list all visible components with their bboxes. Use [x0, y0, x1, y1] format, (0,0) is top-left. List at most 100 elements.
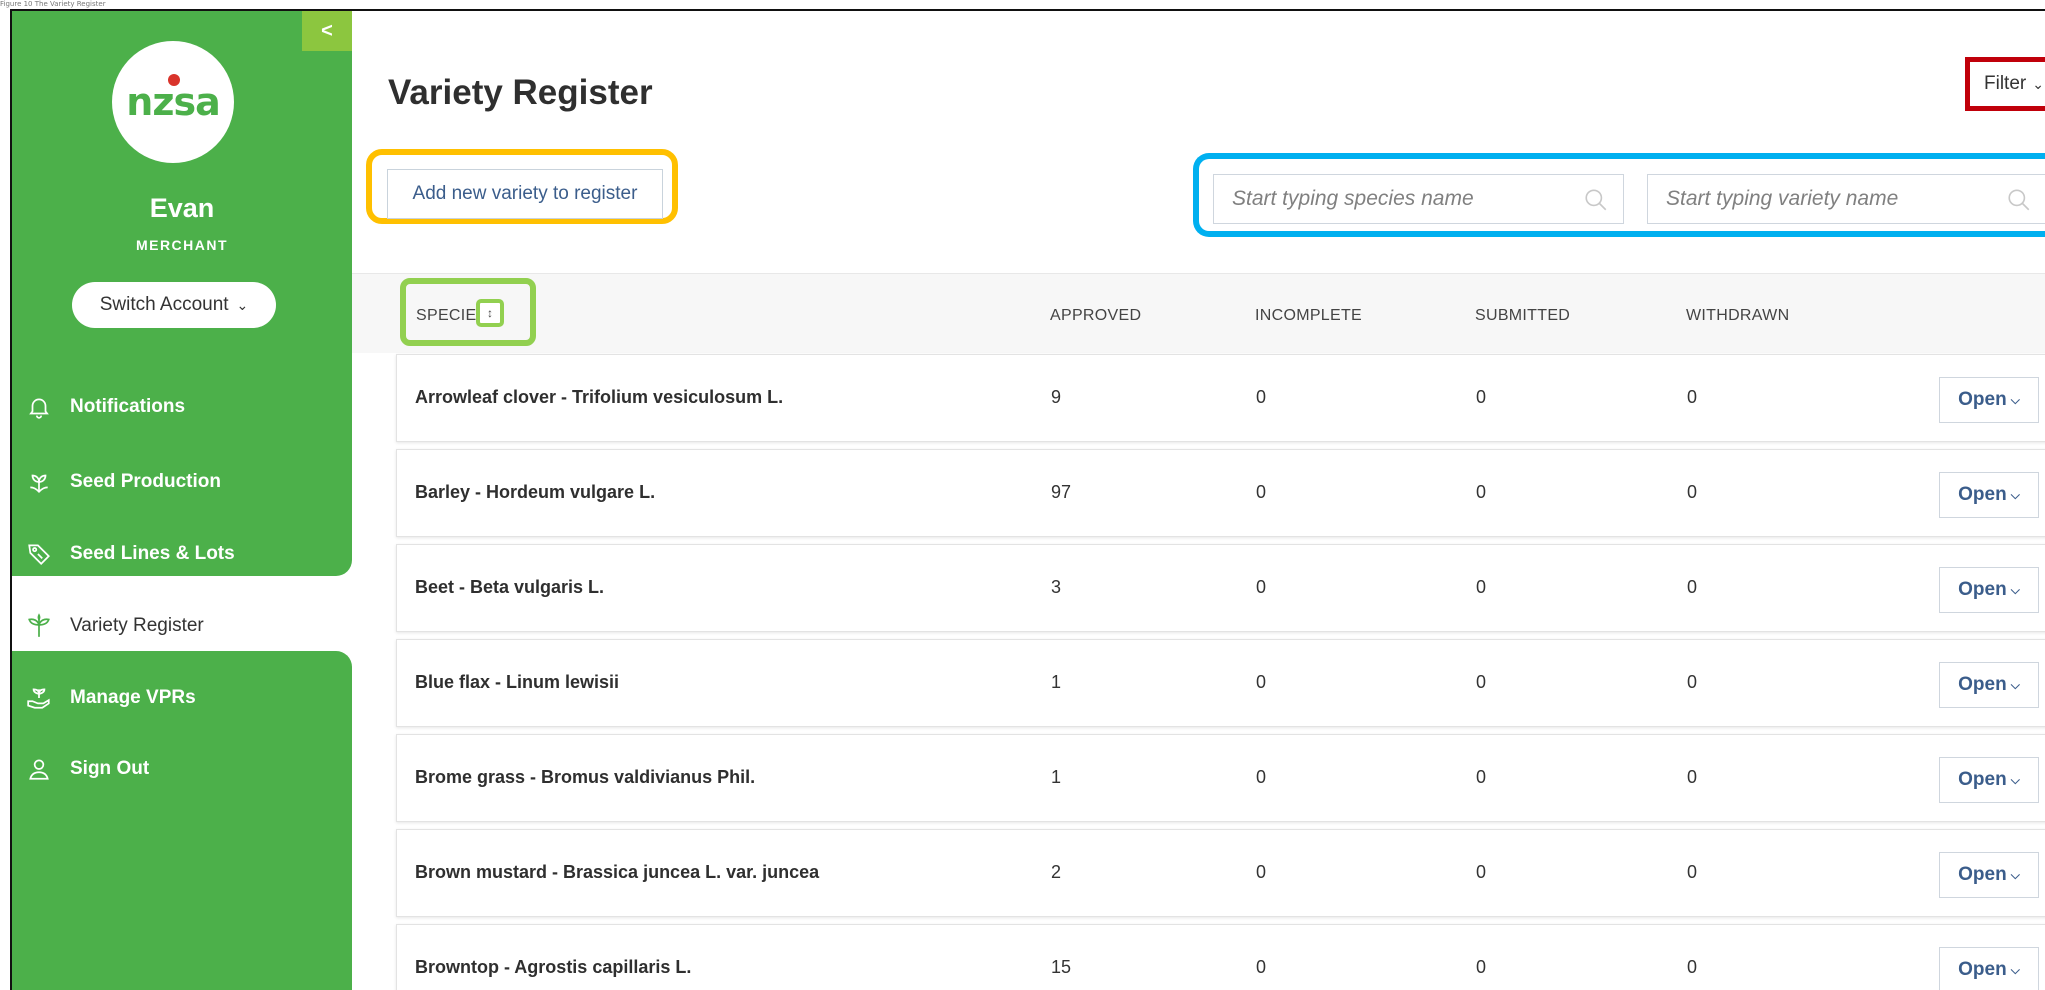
open-button[interactable]: Open ⌵ — [1939, 377, 2039, 423]
incomplete-cell: 0 — [1256, 957, 1267, 977]
incomplete-cell: 0 — [1256, 862, 1267, 882]
species-cell: Browntop - Agrostis capillaris L. — [415, 957, 692, 977]
chevron-down-icon: ⌵ — [2010, 392, 2020, 407]
chevron-down-icon: ⌄ — [236, 296, 249, 313]
chevron-down-icon: ⌵ — [2010, 772, 2020, 787]
species-cell: Brown mustard - Brassica juncea L. var. … — [415, 862, 820, 882]
species-cell: Barley - Hordeum vulgare L. — [415, 482, 656, 502]
species-cell: Arrowleaf clover - Trifolium vesiculosum… — [415, 387, 784, 407]
species-cell: Brome grass - Bromus valdivianus Phil. — [415, 767, 756, 787]
open-button[interactable]: Open ⌵ — [1939, 947, 2039, 990]
table-row: Browntop - Agrostis capillaris L. 15 0 0… — [396, 924, 2045, 990]
search-icon — [2008, 189, 2030, 211]
approved-cell: 2 — [1051, 862, 1062, 882]
open-label: Open — [1958, 389, 2007, 410]
column-header-incomplete: INCOMPLETE — [1255, 307, 1363, 324]
approved-cell: 15 — [1051, 957, 1072, 977]
sidebar-item-notifications[interactable]: Notifications — [12, 379, 352, 435]
open-label: Open — [1958, 864, 2007, 885]
chevron-down-icon: ⌄ — [2032, 75, 2044, 92]
sort-icon[interactable]: ↕ — [476, 299, 504, 327]
user-icon — [29, 759, 49, 780]
open-label: Open — [1958, 769, 2007, 790]
chevron-down-icon: ⌵ — [2010, 487, 2020, 502]
sidebar-item-label: Manage VPRs — [70, 687, 196, 708]
submitted-cell: 0 — [1476, 957, 1487, 977]
sidebar-item-label: Variety Register — [70, 615, 204, 636]
open-button[interactable]: Open ⌵ — [1939, 662, 2039, 708]
sidebar-item-sign-out[interactable]: Sign Out — [12, 741, 352, 797]
switch-account-button[interactable]: Switch Account ⌄ — [72, 282, 276, 328]
sidebar-item-variety-register[interactable]: Variety Register — [12, 598, 352, 654]
submitted-cell: 0 — [1476, 767, 1487, 787]
approved-cell: 3 — [1051, 577, 1062, 597]
variety-search-input[interactable] — [1666, 187, 2006, 211]
open-button[interactable]: Open ⌵ — [1939, 472, 2039, 518]
app-window: < nzsa Evan MERCHANT Switch Account ⌄ No… — [10, 9, 2045, 990]
submitted-cell: 0 — [1476, 672, 1487, 692]
withdrawn-cell: 0 — [1687, 387, 1698, 407]
incomplete-cell: 0 — [1256, 482, 1267, 502]
table-row: Barley - Hordeum vulgare L. 97 0 0 0 Ope… — [396, 449, 2045, 537]
incomplete-cell: 0 — [1256, 387, 1267, 407]
sidebar-item-label: Seed Lines & Lots — [70, 543, 235, 564]
sprout-icon — [28, 613, 50, 637]
sidebar-item-label: Seed Production — [70, 471, 221, 492]
logo-text: nzsa — [126, 80, 220, 124]
species-search-field — [1213, 174, 1624, 224]
withdrawn-cell: 0 — [1687, 482, 1698, 502]
user-role: MERCHANT — [135, 237, 229, 253]
species-cell: Beet - Beta vulgaris L. — [415, 577, 605, 597]
submitted-cell: 0 — [1476, 387, 1487, 407]
switch-account-label: Switch Account — [99, 294, 229, 315]
sidebar: < nzsa Evan MERCHANT Switch Account ⌄ No… — [12, 11, 352, 990]
sidebar-item-manage-vprs[interactable]: Manage VPRs — [12, 670, 352, 726]
filter-label: Filter — [1984, 73, 2027, 94]
approved-cell: 1 — [1051, 672, 1062, 692]
sidebar-item-seed-lines-lots[interactable]: Seed Lines & Lots — [12, 526, 352, 582]
hand-plant-icon — [27, 688, 50, 709]
species-search-input[interactable] — [1232, 187, 1572, 211]
incomplete-cell: 0 — [1256, 672, 1267, 692]
table-row: Blue flax - Linum lewisii 1 0 0 0 Open ⌵ — [396, 639, 2045, 727]
plant-icon — [30, 474, 48, 493]
chevron-down-icon: ⌵ — [2010, 677, 2020, 692]
open-button[interactable]: Open ⌵ — [1939, 757, 2039, 803]
withdrawn-cell: 0 — [1687, 672, 1698, 692]
nzsa-logo: nzsa — [112, 41, 234, 163]
withdrawn-cell: 0 — [1687, 767, 1698, 787]
column-header-submitted: SUBMITTED — [1475, 307, 1571, 324]
add-new-variety-button[interactable]: Add new variety to register — [387, 169, 663, 219]
approved-cell: 97 — [1051, 482, 1072, 502]
open-label: Open — [1958, 674, 2007, 695]
open-button[interactable]: Open ⌵ — [1939, 567, 2039, 613]
user-name: Evan — [149, 193, 215, 223]
collapse-sidebar-button[interactable]: < — [302, 11, 352, 51]
search-icon — [1585, 189, 1607, 211]
table-row: Brown mustard - Brassica juncea L. var. … — [396, 829, 2045, 917]
sidebar-item-seed-production[interactable]: Seed Production — [12, 454, 352, 510]
table-header — [352, 273, 2045, 353]
variety-search-field — [1647, 174, 2045, 224]
approved-cell: 1 — [1051, 767, 1062, 787]
open-label: Open — [1958, 579, 2007, 600]
page-title: Variety Register — [388, 73, 653, 112]
species-cell: Blue flax - Linum lewisii — [415, 672, 620, 692]
tag-icon — [28, 544, 50, 565]
submitted-cell: 0 — [1476, 862, 1487, 882]
incomplete-cell: 0 — [1256, 577, 1267, 597]
chevron-down-icon: ⌵ — [2010, 582, 2020, 597]
filter-button[interactable]: Filter ⌄ — [1965, 57, 2045, 111]
column-header-approved: APPROVED — [1050, 307, 1142, 324]
table-row: Arrowleaf clover - Trifolium vesiculosum… — [396, 354, 2045, 442]
table-row: Beet - Beta vulgaris L. 3 0 0 0 Open ⌵ — [396, 544, 2045, 632]
figure-caption: Figure 10 The Variety Register — [0, 0, 106, 8]
withdrawn-cell: 0 — [1687, 957, 1698, 977]
main-content: Variety Register Filter ⌄ Add new variet… — [352, 11, 2045, 990]
chevron-down-icon: ⌵ — [2010, 867, 2020, 882]
logo-dot-icon — [168, 74, 180, 86]
open-button[interactable]: Open ⌵ — [1939, 852, 2039, 898]
sidebar-item-label: Sign Out — [70, 758, 150, 779]
sidebar-item-label: Notifications — [70, 396, 186, 417]
open-label: Open — [1958, 484, 2007, 505]
